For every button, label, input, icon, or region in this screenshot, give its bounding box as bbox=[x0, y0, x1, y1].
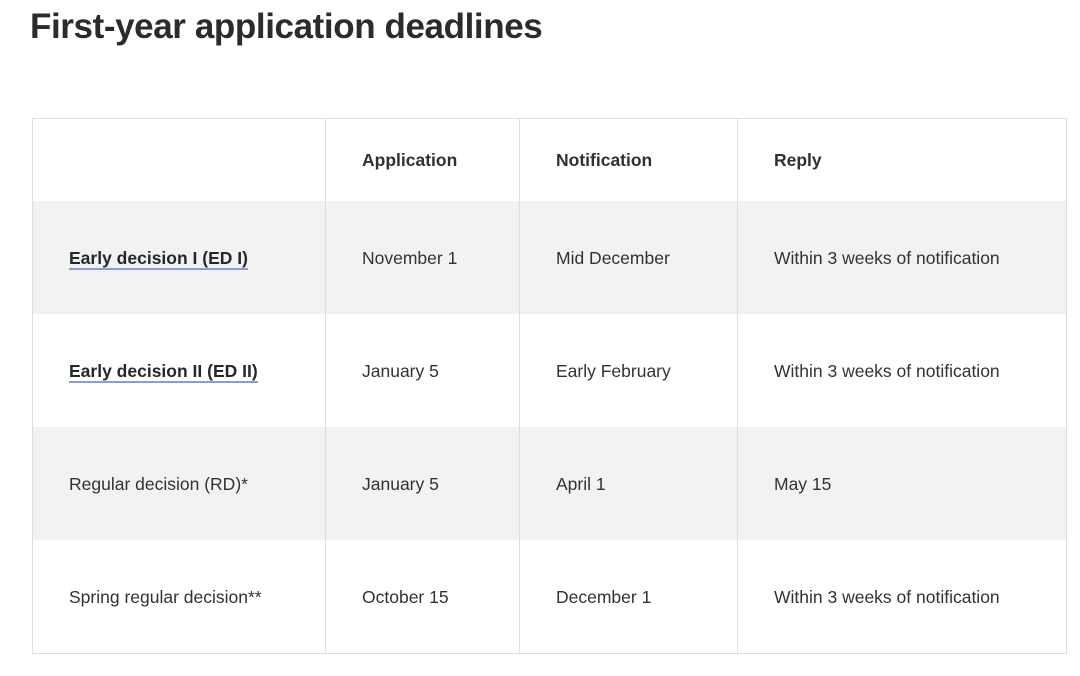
early-decision-i-link[interactable]: Early decision I (ED I) bbox=[69, 247, 248, 270]
reply-value: Within 3 weeks of notification bbox=[774, 586, 1000, 607]
early-decision-ii-link[interactable]: Early decision II (ED II) bbox=[69, 360, 258, 383]
cell-notification: April 1 bbox=[519, 427, 738, 540]
cell-notification: December 1 bbox=[519, 540, 738, 654]
regular-decision-label: Regular decision (RD)* bbox=[69, 473, 248, 494]
cell-notification: Early February bbox=[519, 314, 738, 427]
cell-application: January 5 bbox=[325, 427, 520, 540]
reply-value: Within 3 weeks of notification bbox=[774, 360, 1000, 381]
column-header-notification: Notification bbox=[519, 118, 738, 201]
cell-reply: Within 3 weeks of notification bbox=[737, 201, 1067, 314]
cell-application: January 5 bbox=[325, 314, 520, 427]
table-body: Early decision I (ED I) November 1 Mid D… bbox=[32, 201, 1067, 654]
first-year-application-deadlines-table: Application Notification Reply Early dec… bbox=[32, 118, 1067, 654]
table-row: Spring regular decision** October 15 Dec… bbox=[32, 540, 1067, 654]
spring-regular-decision-label: Spring regular decision** bbox=[69, 586, 262, 607]
table-header-row: Application Notification Reply bbox=[32, 118, 1067, 201]
notification-value: April 1 bbox=[556, 473, 606, 494]
cell-reply: Within 3 weeks of notification bbox=[737, 540, 1067, 654]
cell-application: November 1 bbox=[325, 201, 520, 314]
table-row: Early decision II (ED II) January 5 Earl… bbox=[32, 314, 1067, 427]
reply-value: May 15 bbox=[774, 473, 832, 494]
column-header-decision-type bbox=[32, 118, 326, 201]
notification-value: December 1 bbox=[556, 586, 652, 607]
table-header: Application Notification Reply bbox=[32, 118, 1067, 201]
deadlines-table-container: Application Notification Reply Early dec… bbox=[32, 118, 1067, 654]
application-value: November 1 bbox=[362, 247, 458, 268]
cell-reply: May 15 bbox=[737, 427, 1067, 540]
application-value: January 5 bbox=[362, 360, 439, 381]
column-header-reply: Reply bbox=[737, 118, 1067, 201]
application-value: January 5 bbox=[362, 473, 439, 494]
cell-decision-type: Early decision I (ED I) bbox=[32, 201, 326, 314]
notification-value: Mid December bbox=[556, 247, 670, 268]
reply-value: Within 3 weeks of notification bbox=[774, 247, 1000, 268]
cell-decision-type: Spring regular decision** bbox=[32, 540, 326, 654]
cell-decision-type: Early decision II (ED II) bbox=[32, 314, 326, 427]
cell-decision-type: Regular decision (RD)* bbox=[32, 427, 326, 540]
application-value: October 15 bbox=[362, 586, 449, 607]
notification-value: Early February bbox=[556, 360, 671, 381]
cell-notification: Mid December bbox=[519, 201, 738, 314]
column-header-application: Application bbox=[325, 118, 520, 201]
cell-application: October 15 bbox=[325, 540, 520, 654]
table-row: Regular decision (RD)* January 5 April 1… bbox=[32, 427, 1067, 540]
page-title: First-year application deadlines bbox=[30, 7, 543, 46]
cell-reply: Within 3 weeks of notification bbox=[737, 314, 1067, 427]
table-row: Early decision I (ED I) November 1 Mid D… bbox=[32, 201, 1067, 314]
page-root: First-year application deadlines Applica… bbox=[0, 0, 1080, 676]
